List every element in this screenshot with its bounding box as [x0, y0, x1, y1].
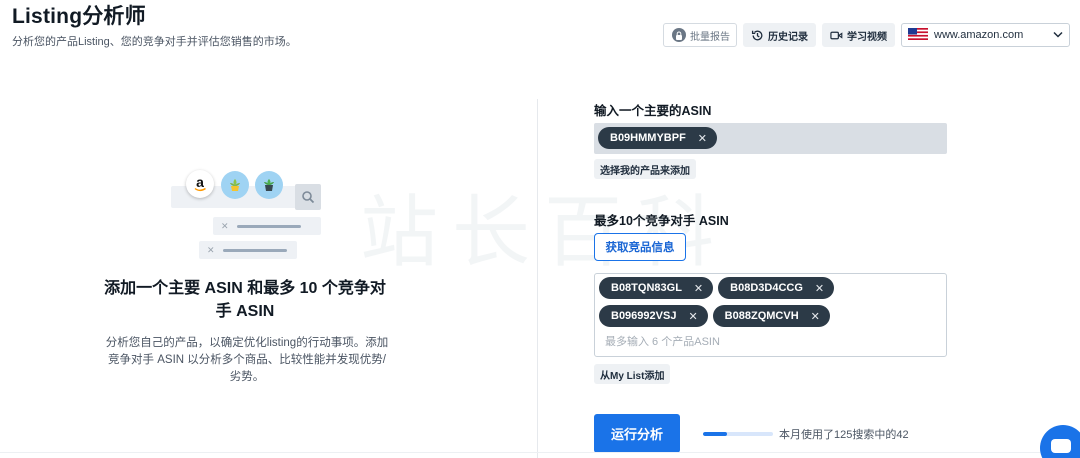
illustration-row: ✕	[199, 241, 297, 259]
chat-support-button[interactable]	[1040, 425, 1080, 458]
remove-chip-icon[interactable]: ✕	[698, 132, 707, 145]
chat-icon	[1051, 439, 1071, 453]
plant-product-icon	[221, 171, 249, 199]
remove-chip-icon[interactable]: ✕	[694, 282, 703, 295]
page-title: Listing分析师	[12, 5, 146, 28]
lock-icon	[672, 28, 686, 42]
competitor-input-placeholder: 最多输入 6 个产品ASIN	[605, 336, 720, 348]
illustration-line	[236, 224, 301, 228]
usage-indicator: 本月使用了125搜索中的42	[703, 426, 909, 442]
close-icon: ✕	[221, 220, 229, 231]
fetch-competitor-info-button[interactable]: 获取竞品信息	[594, 233, 686, 261]
chip-row: B08TQN83GL ✕ B08D3D4CCG ✕	[599, 277, 942, 299]
asin-chip-label: B09HMMYBPF	[610, 132, 686, 144]
remove-chip-icon[interactable]: ✕	[688, 310, 697, 323]
remove-chip-icon[interactable]: ✕	[815, 282, 824, 295]
empty-state-description: 分析您自己的产品，以确定优化listing的行动事项。添加竞争对手 ASIN 以…	[105, 337, 389, 383]
asin-chip-label: B08D3D4CCG	[730, 282, 803, 294]
usage-progress-bar	[703, 432, 773, 436]
competitor-asin-input[interactable]: B08TQN83GL ✕ B08D3D4CCG ✕ B096992VSJ ✕ B…	[594, 273, 947, 357]
illustration-line	[222, 248, 287, 252]
video-icon	[830, 29, 843, 42]
amazon-logo-icon: a	[186, 170, 214, 198]
history-button[interactable]: 历史记录	[743, 23, 816, 47]
asin-chip: B08D3D4CCG ✕	[718, 277, 835, 299]
page-subtitle: 分析您的产品Listing、您的竞争对手并评估您销售的市场。	[12, 36, 297, 48]
succulent-product-icon	[255, 171, 283, 199]
history-label: 历史记录	[768, 31, 808, 43]
marketplace-value: www.amazon.com	[934, 29, 1024, 41]
select-my-products-button[interactable]: 选择我的产品来添加	[594, 159, 696, 179]
asin-chip: B088ZQMCVH ✕	[712, 305, 830, 327]
asin-chip-label: B08TQN83GL	[611, 282, 682, 294]
us-flag-icon	[908, 27, 928, 43]
asin-chip: B096992VSJ ✕	[599, 305, 708, 327]
toolbar: 批量报告 历史记录 学习视频 www.amazon.com	[663, 23, 1070, 47]
remove-chip-icon[interactable]: ✕	[811, 310, 820, 323]
usage-progress-fill	[703, 432, 727, 436]
asin-chip-label: B088ZQMCVH	[724, 310, 799, 322]
main-asin-label: 输入一个主要的ASIN	[594, 104, 712, 118]
marketplace-select[interactable]: www.amazon.com	[901, 23, 1070, 47]
illustration-row: ✕	[213, 217, 321, 235]
asin-chip-label: B096992VSJ	[611, 310, 677, 322]
main-asin-input[interactable]: B09HMMYBPF ✕	[594, 123, 947, 154]
add-from-mylist-button[interactable]: 从My List添加	[594, 364, 671, 384]
bulk-report-label: 批量报告	[690, 31, 730, 43]
asin-chip: B09HMMYBPF ✕	[598, 127, 718, 149]
chevron-down-icon	[1053, 29, 1063, 41]
bulk-report-button[interactable]: 批量报告	[663, 23, 737, 47]
run-analysis-button[interactable]: 运行分析	[594, 414, 680, 453]
learning-videos-button[interactable]: 学习视频	[822, 23, 895, 47]
history-icon	[751, 29, 764, 42]
search-icon	[295, 184, 321, 210]
panel-divider	[537, 99, 538, 458]
asin-chip: B08TQN83GL ✕	[599, 277, 714, 299]
usage-text: 本月使用了125搜索中的42	[779, 429, 909, 441]
empty-state-illustration: a ✕ ✕	[171, 168, 331, 263]
learning-videos-label: 学习视频	[847, 31, 887, 43]
bottom-divider	[0, 452, 1040, 453]
chip-row: B096992VSJ ✕ B088ZQMCVH ✕	[599, 305, 942, 327]
close-icon: ✕	[207, 244, 215, 255]
empty-state-heading: 添加一个主要 ASIN 和最多 10 个竞争对手 ASIN	[104, 280, 386, 320]
competitors-label: 最多10个竞争对手 ASIN	[594, 214, 729, 228]
